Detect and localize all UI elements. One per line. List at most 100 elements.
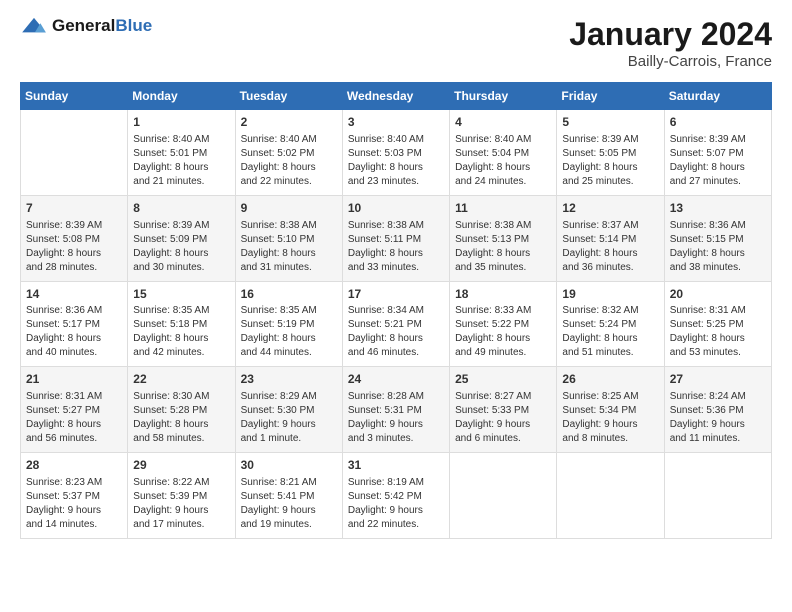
day-number: 11 [455, 200, 551, 217]
day-info: Sunrise: 8:33 AMSunset: 5:22 PMDaylight:… [455, 304, 551, 360]
day-number: 2 [241, 114, 337, 131]
day-number: 23 [241, 371, 337, 388]
day-info: Sunrise: 8:40 AMSunset: 5:03 PMDaylight:… [348, 133, 444, 189]
calendar-cell: 19Sunrise: 8:32 AMSunset: 5:24 PMDayligh… [557, 281, 664, 367]
day-info: Sunrise: 8:30 AMSunset: 5:28 PMDaylight:… [133, 390, 229, 446]
calendar-cell: 29Sunrise: 8:22 AMSunset: 5:39 PMDayligh… [128, 453, 235, 539]
calendar-cell: 25Sunrise: 8:27 AMSunset: 5:33 PMDayligh… [450, 367, 557, 453]
day-number: 10 [348, 200, 444, 217]
day-info: Sunrise: 8:28 AMSunset: 5:31 PMDaylight:… [348, 390, 444, 446]
day-info: Sunrise: 8:31 AMSunset: 5:27 PMDaylight:… [26, 390, 122, 446]
day-info: Sunrise: 8:40 AMSunset: 5:04 PMDaylight:… [455, 133, 551, 189]
calendar-cell [450, 453, 557, 539]
calendar-cell: 9 Sunrise: 8:38 AMSunset: 5:10 PMDaylight… [235, 195, 342, 281]
weekday-header-monday: Monday [128, 83, 235, 110]
day-number: 20 [670, 286, 766, 303]
day-number: 18 [455, 286, 551, 303]
calendar-cell: 3 Sunrise: 8:40 AMSunset: 5:03 PMDaylight… [342, 110, 449, 196]
day-number: 26 [562, 371, 658, 388]
day-info: Sunrise: 8:25 AMSunset: 5:34 PMDaylight:… [562, 390, 658, 446]
logo-icon [20, 16, 48, 36]
calendar-cell: 17Sunrise: 8:34 AMSunset: 5:21 PMDayligh… [342, 281, 449, 367]
weekday-header-row: SundayMondayTuesdayWednesdayThursdayFrid… [21, 83, 772, 110]
logo: GeneralBlue [20, 16, 152, 36]
logo-blue: Blue [115, 16, 152, 35]
day-info: Sunrise: 8:39 AMSunset: 5:09 PMDaylight:… [133, 219, 229, 275]
day-info: Sunrise: 8:31 AMSunset: 5:25 PMDaylight:… [670, 304, 766, 360]
day-info: Sunrise: 8:37 AMSunset: 5:14 PMDaylight:… [562, 219, 658, 275]
day-info: Sunrise: 8:36 AMSunset: 5:17 PMDaylight:… [26, 304, 122, 360]
calendar-cell: 8 Sunrise: 8:39 AMSunset: 5:09 PMDaylight… [128, 195, 235, 281]
day-info: Sunrise: 8:27 AMSunset: 5:33 PMDaylight:… [455, 390, 551, 446]
calendar-cell: 30 Sunrise: 8:21 AMSunset: 5:41 PMDayligh… [235, 453, 342, 539]
day-number: 17 [348, 286, 444, 303]
day-info: Sunrise: 8:32 AMSunset: 5:24 PMDaylight:… [562, 304, 658, 360]
day-number: 5 [562, 114, 658, 131]
day-number: 8 [133, 200, 229, 217]
calendar-cell: 2 Sunrise: 8:40 AMSunset: 5:02 PMDaylight… [235, 110, 342, 196]
day-info: Sunrise: 8:35 AMSunset: 5:18 PMDaylight:… [133, 304, 229, 360]
weekday-header-friday: Friday [557, 83, 664, 110]
day-number: 27 [670, 371, 766, 388]
logo-general: General [52, 16, 115, 35]
title-block: January 2024 Bailly-Carrois, France [569, 16, 772, 70]
day-number: 1 [133, 114, 229, 131]
day-number: 21 [26, 371, 122, 388]
day-number: 28 [26, 457, 122, 474]
calendar-table: SundayMondayTuesdayWednesdayThursdayFrid… [20, 82, 772, 539]
calendar-week-row: 21 Sunrise: 8:31 AMSunset: 5:27 PMDayligh… [21, 367, 772, 453]
day-number: 4 [455, 114, 551, 131]
calendar-cell [664, 453, 771, 539]
calendar-cell: 5 Sunrise: 8:39 AMSunset: 5:05 PMDaylight… [557, 110, 664, 196]
calendar-cell: 26 Sunrise: 8:25 AMSunset: 5:34 PMDayligh… [557, 367, 664, 453]
day-number: 3 [348, 114, 444, 131]
calendar-week-row: 28 Sunrise: 8:23 AMSunset: 5:37 PMDayligh… [21, 453, 772, 539]
weekday-header-sunday: Sunday [21, 83, 128, 110]
calendar-cell: 20Sunrise: 8:31 AMSunset: 5:25 PMDayligh… [664, 281, 771, 367]
calendar-cell: 6 Sunrise: 8:39 AMSunset: 5:07 PMDaylight… [664, 110, 771, 196]
day-info: Sunrise: 8:35 AMSunset: 5:19 PMDaylight:… [241, 304, 337, 360]
calendar-cell: 22 Sunrise: 8:30 AMSunset: 5:28 PMDayligh… [128, 367, 235, 453]
calendar-cell: 28 Sunrise: 8:23 AMSunset: 5:37 PMDayligh… [21, 453, 128, 539]
day-info: Sunrise: 8:38 AMSunset: 5:13 PMDaylight:… [455, 219, 551, 275]
calendar-cell: 18Sunrise: 8:33 AMSunset: 5:22 PMDayligh… [450, 281, 557, 367]
day-number: 12 [562, 200, 658, 217]
calendar-cell: 12 Sunrise: 8:37 AMSunset: 5:14 PMDayligh… [557, 195, 664, 281]
calendar-cell: 10Sunrise: 8:38 AMSunset: 5:11 PMDayligh… [342, 195, 449, 281]
weekday-header-saturday: Saturday [664, 83, 771, 110]
calendar-cell: 14Sunrise: 8:36 AMSunset: 5:17 PMDayligh… [21, 281, 128, 367]
day-number: 19 [562, 286, 658, 303]
day-number: 22 [133, 371, 229, 388]
day-info: Sunrise: 8:36 AMSunset: 5:15 PMDaylight:… [670, 219, 766, 275]
day-number: 31 [348, 457, 444, 474]
calendar-cell: 15Sunrise: 8:35 AMSunset: 5:18 PMDayligh… [128, 281, 235, 367]
calendar-cell: 13 Sunrise: 8:36 AMSunset: 5:15 PMDayligh… [664, 195, 771, 281]
day-info: Sunrise: 8:38 AMSunset: 5:10 PMDaylight:… [241, 219, 337, 275]
day-info: Sunrise: 8:19 AMSunset: 5:42 PMDaylight:… [348, 476, 444, 532]
calendar-cell [557, 453, 664, 539]
day-number: 13 [670, 200, 766, 217]
day-info: Sunrise: 8:21 AMSunset: 5:41 PMDaylight:… [241, 476, 337, 532]
day-info: Sunrise: 8:39 AMSunset: 5:07 PMDaylight:… [670, 133, 766, 189]
day-number: 15 [133, 286, 229, 303]
day-info: Sunrise: 8:34 AMSunset: 5:21 PMDaylight:… [348, 304, 444, 360]
day-number: 30 [241, 457, 337, 474]
day-info: Sunrise: 8:23 AMSunset: 5:37 PMDaylight:… [26, 476, 122, 532]
day-info: Sunrise: 8:39 AMSunset: 5:05 PMDaylight:… [562, 133, 658, 189]
day-info: Sunrise: 8:24 AMSunset: 5:36 PMDaylight:… [670, 390, 766, 446]
month-title: January 2024 [569, 16, 772, 53]
weekday-header-wednesday: Wednesday [342, 83, 449, 110]
calendar-cell: 4 Sunrise: 8:40 AMSunset: 5:04 PMDaylight… [450, 110, 557, 196]
calendar-cell: 1 Sunrise: 8:40 AMSunset: 5:01 PMDaylight… [128, 110, 235, 196]
calendar-cell: 11 Sunrise: 8:38 AMSunset: 5:13 PMDayligh… [450, 195, 557, 281]
weekday-header-tuesday: Tuesday [235, 83, 342, 110]
day-info: Sunrise: 8:40 AMSunset: 5:01 PMDaylight:… [133, 133, 229, 189]
calendar-cell: 21 Sunrise: 8:31 AMSunset: 5:27 PMDayligh… [21, 367, 128, 453]
day-number: 7 [26, 200, 122, 217]
day-number: 9 [241, 200, 337, 217]
calendar-cell [21, 110, 128, 196]
day-number: 6 [670, 114, 766, 131]
calendar-week-row: 1 Sunrise: 8:40 AMSunset: 5:01 PMDaylight… [21, 110, 772, 196]
day-info: Sunrise: 8:40 AMSunset: 5:02 PMDaylight:… [241, 133, 337, 189]
calendar-cell: 31 Sunrise: 8:19 AMSunset: 5:42 PMDayligh… [342, 453, 449, 539]
